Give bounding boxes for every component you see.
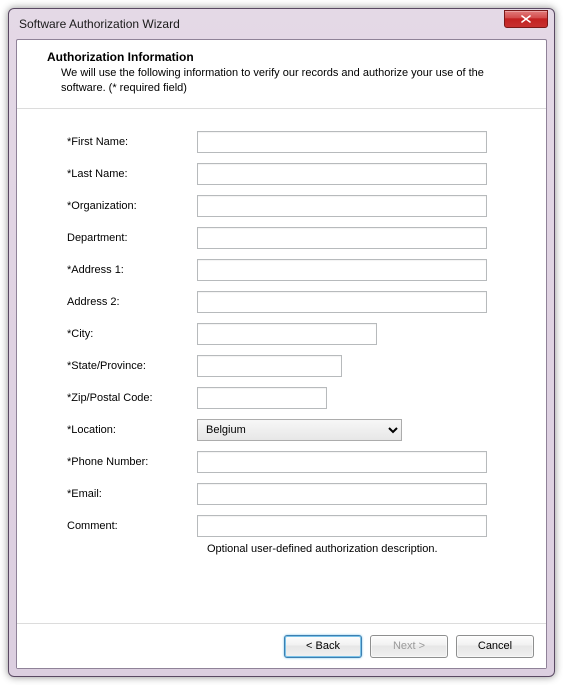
comment-input[interactable]	[197, 515, 487, 537]
address2-label: Address 2:	[57, 296, 197, 308]
next-button[interactable]: Next >	[370, 635, 448, 658]
back-button[interactable]: < Back	[284, 635, 362, 658]
location-select[interactable]: Belgium	[197, 419, 402, 441]
page-title: Authorization Information	[47, 50, 528, 64]
wizard-header: Authorization Information We will use th…	[17, 40, 546, 109]
phone-label: *Phone Number:	[57, 456, 197, 468]
email-input[interactable]	[197, 483, 487, 505]
comment-helper: Optional user-defined authorization desc…	[207, 543, 516, 555]
department-input[interactable]	[197, 227, 487, 249]
organization-label: *Organization:	[57, 200, 197, 212]
last-name-input[interactable]	[197, 163, 487, 185]
city-label: *City:	[57, 328, 197, 340]
zip-input[interactable]	[197, 387, 327, 409]
department-label: Department:	[57, 232, 197, 244]
form-area: *First Name: *Last Name: *Organization: …	[17, 109, 546, 623]
first-name-label: *First Name:	[57, 136, 197, 148]
client-area: Authorization Information We will use th…	[16, 39, 547, 669]
state-input[interactable]	[197, 355, 342, 377]
phone-input[interactable]	[197, 451, 487, 473]
titlebar: Software Authorization Wizard	[9, 9, 554, 39]
city-input[interactable]	[197, 323, 377, 345]
page-description: We will use the following information to…	[47, 66, 528, 96]
last-name-label: *Last Name:	[57, 168, 197, 180]
location-label: *Location:	[57, 424, 197, 436]
address2-input[interactable]	[197, 291, 487, 313]
wizard-footer: < Back Next > Cancel	[17, 623, 546, 668]
state-label: *State/Province:	[57, 360, 197, 372]
address1-label: *Address 1:	[57, 264, 197, 276]
address1-input[interactable]	[197, 259, 487, 281]
comment-label: Comment:	[57, 520, 197, 532]
first-name-input[interactable]	[197, 131, 487, 153]
zip-label: *Zip/Postal Code:	[57, 392, 197, 404]
cancel-button[interactable]: Cancel	[456, 635, 534, 658]
close-button[interactable]	[504, 10, 548, 28]
email-label: *Email:	[57, 488, 197, 500]
wizard-window: Software Authorization Wizard Authorizat…	[8, 8, 555, 677]
close-icon	[521, 15, 531, 23]
window-title: Software Authorization Wizard	[19, 17, 504, 31]
organization-input[interactable]	[197, 195, 487, 217]
